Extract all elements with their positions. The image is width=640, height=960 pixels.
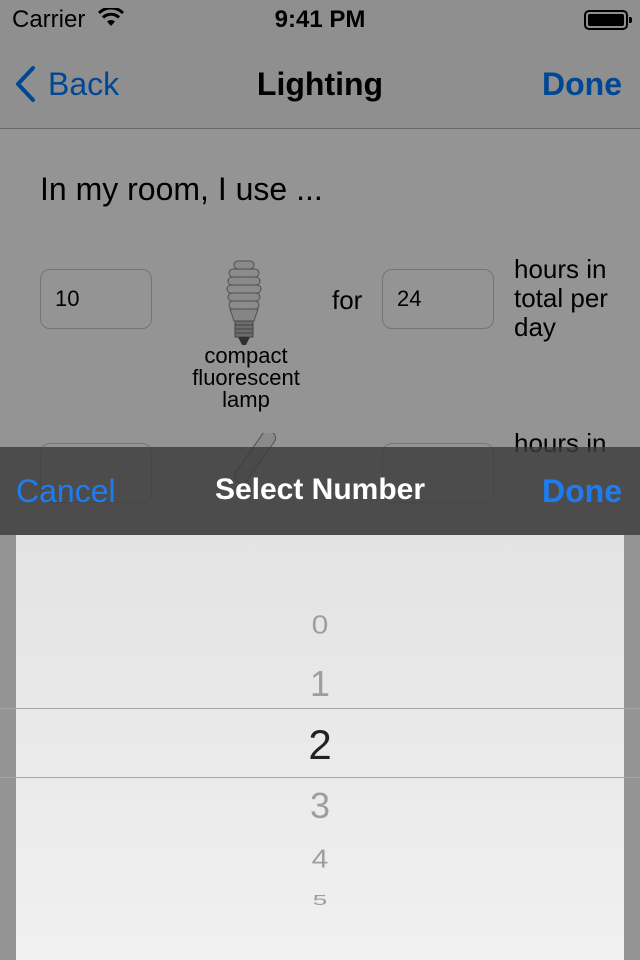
picker-toolbar: Cancel Select Number Done [0, 447, 640, 535]
picker-option-selected[interactable]: 2 [16, 721, 624, 769]
picker-option-1[interactable]: 1 [16, 663, 624, 705]
number-picker[interactable]: 0 1 2 3 4 5 [16, 535, 624, 960]
picker-option-5[interactable]: 5 [16, 892, 624, 909]
picker-option-0[interactable]: 0 [16, 612, 624, 641]
picker-option-4[interactable]: 4 [16, 846, 624, 875]
picker-option-3[interactable]: 3 [16, 785, 624, 827]
picker-done-button[interactable]: Done [542, 473, 622, 510]
picker-selection-bottom-line [0, 777, 640, 778]
picker-selection-top-line [0, 708, 640, 709]
